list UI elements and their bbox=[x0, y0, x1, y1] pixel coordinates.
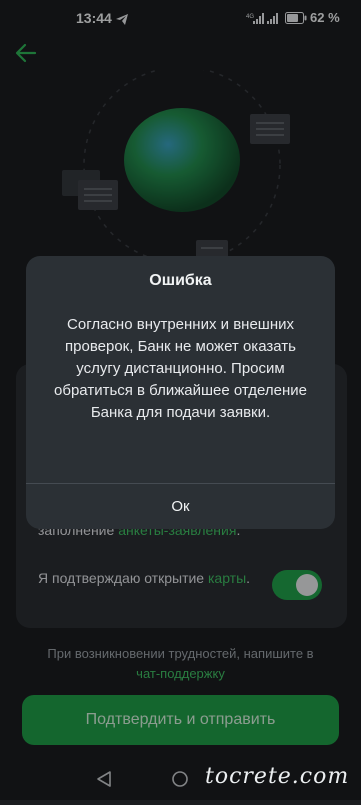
error-dialog: Ошибка Согласно внутренних и внешних про… bbox=[26, 256, 335, 529]
dialog-title: Ошибка bbox=[149, 272, 212, 289]
dialog-message: Согласно внутренних и внешних проверок, … bbox=[54, 316, 307, 421]
ok-button[interactable]: Ок bbox=[26, 484, 335, 529]
watermark: tocrete.com bbox=[205, 764, 350, 789]
